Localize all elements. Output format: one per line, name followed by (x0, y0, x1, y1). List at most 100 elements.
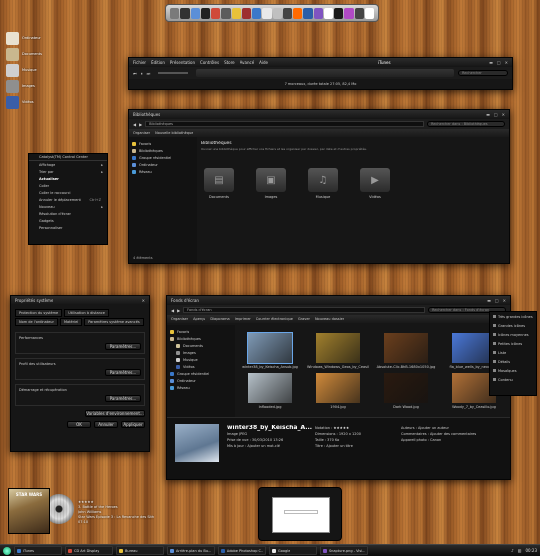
context-menu-item[interactable]: Affichage ▸ (29, 161, 107, 168)
images-toolbar-button[interactable]: Aperçu (193, 317, 205, 321)
nav-item[interactable]: Ordinateur (170, 377, 232, 384)
taskbar-button[interactable]: Snapture.png - Visi... (320, 546, 368, 555)
dock-app-icon[interactable] (313, 7, 323, 19)
dock-app-icon[interactable] (190, 7, 200, 19)
itunes-menu-item[interactable]: Contrôles (200, 60, 219, 65)
dock-app-icon[interactable] (323, 7, 333, 19)
images-toolbar-button[interactable]: Imprimer (235, 317, 251, 321)
nav-item[interactable]: Réseau (132, 168, 194, 175)
library-item[interactable]: ▶ Vidéos (357, 168, 393, 199)
environment-variables-button[interactable]: Variables d'environnement... (85, 410, 145, 417)
minimize-icon[interactable]: ▬ (489, 60, 493, 65)
itunes-search-input[interactable]: Rechercher (458, 70, 508, 76)
nav-item[interactable]: Groupe résidentiel (170, 370, 232, 377)
itunes-menu-item[interactable]: Fichier (133, 60, 146, 65)
nav-item[interactable]: Favoris (170, 328, 232, 335)
dock-app-icon[interactable] (231, 7, 241, 19)
network-icon[interactable]: ▥ (518, 548, 522, 553)
images-toolbar-button[interactable]: Courrier électronique (256, 317, 293, 321)
itunes-menu-item[interactable]: Store (224, 60, 235, 65)
view-mode-option[interactable]: Contenu (490, 375, 536, 384)
ok-button[interactable]: OK (67, 421, 91, 428)
nav-item[interactable]: Documents (170, 342, 232, 349)
context-menu-item[interactable]: Gadgets (29, 217, 107, 224)
forward-icon[interactable]: ▶ (139, 122, 142, 127)
settings-button[interactable]: Paramètres... (105, 395, 141, 402)
nav-item[interactable]: Vidéos (170, 363, 232, 370)
settings-button[interactable]: Paramètres... (105, 369, 141, 376)
context-menu-item[interactable]: Annuler le déplacement Ctrl+Z (29, 196, 107, 203)
nav-item[interactable]: Bibliothèques (170, 335, 232, 342)
taskbar-button[interactable]: iTunes (14, 546, 62, 555)
start-icon[interactable] (3, 546, 11, 555)
new-library-button[interactable]: Nouvelle bibliothèque (155, 131, 193, 135)
images-toolbar-button[interactable]: Nouveau dossier (315, 317, 344, 321)
dock-app-icon[interactable] (252, 7, 262, 19)
maximize-icon[interactable]: □ (495, 298, 499, 303)
image-thumbnail[interactable]: Inflooded.jpg (239, 373, 301, 409)
taskbar-button[interactable]: Adobe Photoshop C... (218, 546, 266, 555)
settings-button[interactable]: Paramètres... (105, 343, 141, 350)
nav-item[interactable]: Favoris (132, 140, 194, 147)
dock-app-icon[interactable] (334, 7, 344, 19)
dock-app-icon[interactable] (364, 7, 374, 19)
nav-item[interactable]: Réseau (170, 384, 232, 391)
taskbar-button[interactable]: Arrière-plan du Bu... (167, 546, 215, 555)
dock-app-icon[interactable] (221, 7, 231, 19)
context-menu-item[interactable]: Résolution d'écran (29, 210, 107, 217)
taskbar-thumbnail-preview[interactable] (258, 487, 342, 541)
context-menu-item[interactable]: Coller (29, 182, 107, 189)
context-menu-item[interactable]: Coller le raccourci (29, 189, 107, 196)
nav-item[interactable]: Bibliothèques (132, 147, 194, 154)
properties-tab[interactable]: Protection du système (15, 309, 63, 317)
dock-app-icon[interactable] (293, 7, 303, 19)
context-menu-item[interactable]: Trier par ▸ (29, 168, 107, 175)
view-mode-option[interactable]: Liste (490, 348, 536, 357)
apply-button[interactable]: Appliquer (121, 421, 145, 428)
libraries-address-input[interactable]: Bibliothèques (145, 121, 424, 127)
context-menu-item[interactable]: Actualiser (29, 175, 107, 182)
images-address-input[interactable]: Fonds d'écran (183, 307, 425, 313)
view-mode-option[interactable]: Petites icônes (490, 339, 536, 348)
view-mode-option[interactable]: Détails (490, 357, 536, 366)
volume-icon[interactable]: ♪ (511, 548, 514, 553)
itunes-menu-item[interactable]: Édition (151, 60, 165, 65)
itunes-menu-item[interactable]: Aide (259, 60, 268, 65)
close-icon[interactable]: ✕ (502, 112, 505, 117)
maximize-icon[interactable]: □ (497, 60, 501, 65)
view-mode-option[interactable]: Mosaïques (490, 366, 536, 375)
context-menu-item[interactable]: Personnaliser (29, 224, 107, 231)
context-menu-item[interactable]: Nouveau ▸ (29, 203, 107, 210)
dock-app-icon[interactable] (272, 7, 282, 19)
taskbar-button[interactable]: CD Art Display (65, 546, 113, 555)
clock[interactable]: 00:23 (525, 548, 537, 553)
library-item[interactable]: ▤ Documents (201, 168, 237, 199)
dock-app-icon[interactable] (262, 7, 272, 19)
dock-app-icon[interactable] (211, 7, 221, 19)
minimize-icon[interactable]: ▬ (487, 298, 491, 303)
dock-app-icon[interactable] (344, 7, 354, 19)
close-icon[interactable]: ✕ (505, 60, 508, 65)
maximize-icon[interactable]: □ (494, 112, 498, 117)
image-thumbnail[interactable]: 1904.jpg (307, 373, 369, 409)
back-icon[interactable]: ◀ (133, 122, 136, 127)
itunes-menu-item[interactable]: Avancé (240, 60, 255, 65)
cancel-button[interactable]: Annuler (94, 421, 118, 428)
libraries-search-input[interactable]: Rechercher dans : Bibliothèques (427, 121, 505, 127)
dock-app-icon[interactable] (282, 7, 292, 19)
dock-app-icon[interactable] (170, 7, 180, 19)
nav-item[interactable]: Ordinateur (132, 161, 194, 168)
taskbar-button[interactable]: Bureau (116, 546, 164, 555)
library-item[interactable]: ▣ Images (253, 168, 289, 199)
volume-slider[interactable] (158, 72, 189, 74)
view-mode-option[interactable]: Très grandes icônes (490, 312, 536, 321)
view-mode-option[interactable]: Grandes icônes (490, 321, 536, 330)
forward-icon[interactable]: ▶ (177, 308, 180, 313)
taskbar-button[interactable]: Google (269, 546, 317, 555)
minimize-icon[interactable]: ▬ (486, 112, 490, 117)
nav-item[interactable]: Musique (170, 356, 232, 363)
images-toolbar-button[interactable]: Graver (298, 317, 310, 321)
image-thumbnail[interactable]: Dark Wood.jpg (375, 373, 437, 409)
dock-app-icon[interactable] (180, 7, 190, 19)
nav-item[interactable]: Images (170, 349, 232, 356)
